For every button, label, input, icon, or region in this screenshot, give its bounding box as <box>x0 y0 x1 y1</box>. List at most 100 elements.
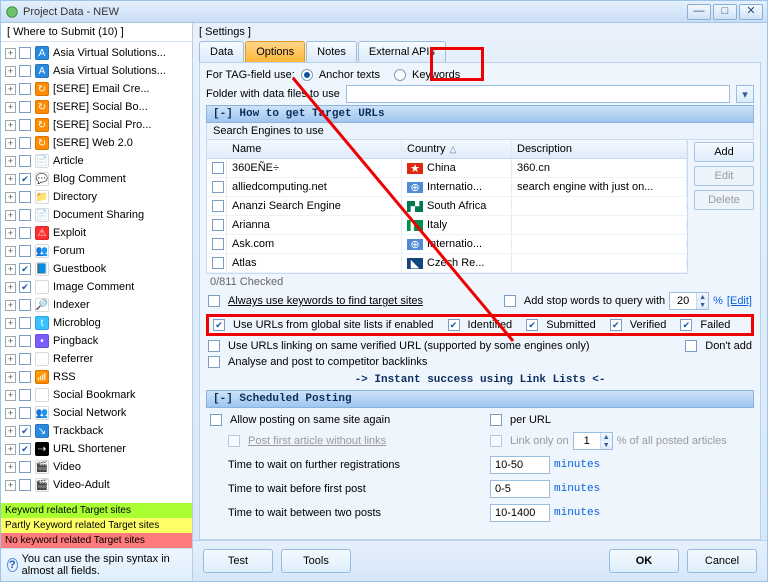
chk-failed[interactable] <box>680 319 692 331</box>
sidebar-item[interactable]: + 👥 Forum <box>3 242 192 260</box>
sidebar-checkbox[interactable] <box>19 65 31 77</box>
sidebar-item[interactable]: + ↘ Trackback <box>3 422 192 440</box>
link-lists-promo[interactable]: -> Instant success using Link Lists <- <box>206 374 754 386</box>
engine-row[interactable]: Arianna ▍Italy <box>207 216 687 235</box>
sidebar-checkbox[interactable] <box>19 371 31 383</box>
chk-always-keywords[interactable] <box>208 295 220 307</box>
sidebar-item[interactable]: + ⚠ Exploit <box>3 224 192 242</box>
chk-submitted[interactable] <box>526 319 538 331</box>
expand-icon[interactable]: + <box>5 462 16 473</box>
engine-row-checkbox[interactable] <box>212 238 224 250</box>
expand-icon[interactable]: + <box>5 318 16 329</box>
chk-post-first-no-links[interactable] <box>228 435 240 447</box>
folder-input[interactable] <box>346 85 730 103</box>
link-only-spinner[interactable]: 1▲▼ <box>573 432 613 450</box>
wait-first-post-input[interactable] <box>490 480 550 498</box>
sidebar-checkbox[interactable] <box>19 353 31 365</box>
expand-icon[interactable]: + <box>5 336 16 347</box>
expand-icon[interactable]: + <box>5 192 16 203</box>
sidebar-item[interactable]: + 📘 Guestbook <box>3 260 192 278</box>
sidebar-item[interactable]: + 🎬 Video <box>3 458 192 476</box>
expand-icon[interactable]: + <box>5 246 16 257</box>
tab-external-apis[interactable]: External APIs <box>358 41 446 62</box>
sidebar-item[interactable]: + ↻ [SERE] Email Cre... <box>3 80 192 98</box>
sidebar-checkbox[interactable] <box>19 263 31 275</box>
stop-words-spinner[interactable]: 20▲▼ <box>669 292 709 310</box>
chk-competitor-backlinks[interactable] <box>208 356 220 368</box>
engine-tree[interactable]: + A Asia Virtual Solutions...+ A Asia Vi… <box>1 42 192 503</box>
chk-per-url[interactable] <box>490 414 502 426</box>
expand-icon[interactable]: + <box>5 426 16 437</box>
folder-browse-button[interactable]: ▾ <box>736 85 754 103</box>
test-button[interactable]: Test <box>203 549 273 573</box>
sidebar-checkbox[interactable] <box>19 281 31 293</box>
expand-icon[interactable]: + <box>5 138 16 149</box>
expand-icon[interactable]: + <box>5 48 16 59</box>
sidebar-checkbox[interactable] <box>19 299 31 311</box>
radio-anchor-texts[interactable] <box>301 69 313 81</box>
close-button[interactable]: ✕ <box>739 4 763 20</box>
add-engine-button[interactable]: Add <box>694 142 754 162</box>
sidebar-checkbox[interactable] <box>19 137 31 149</box>
expand-icon[interactable]: + <box>5 102 16 113</box>
search-engines-grid[interactable]: Name Country△ Description 360EÑE÷ ★China… <box>206 140 688 274</box>
engine-row[interactable]: Ask.com ⊕Internatio... <box>207 235 687 254</box>
sidebar-item[interactable]: + ↻ [SERE] Social Pro... <box>3 116 192 134</box>
expand-icon[interactable]: + <box>5 354 16 365</box>
sidebar-item[interactable]: + 📄 Document Sharing <box>3 206 192 224</box>
chk-stop-words[interactable] <box>504 295 516 307</box>
expand-icon[interactable]: + <box>5 282 16 293</box>
engine-row-checkbox[interactable] <box>212 257 224 269</box>
col-name[interactable]: Name <box>227 140 402 158</box>
edit-engine-button[interactable]: Edit <box>694 166 754 186</box>
expand-icon[interactable]: + <box>5 390 16 401</box>
sidebar-checkbox[interactable] <box>19 191 31 203</box>
chk-global-sitelists[interactable] <box>213 319 225 331</box>
wait-registrations-input[interactable] <box>490 456 550 474</box>
expand-icon[interactable]: + <box>5 372 16 383</box>
sidebar-item[interactable]: + ↻ [SERE] Web 2.0 <box>3 134 192 152</box>
engine-row-checkbox[interactable] <box>212 181 224 193</box>
sidebar-item[interactable]: + 🔎 Indexer <box>3 296 192 314</box>
delete-engine-button[interactable]: Delete <box>694 190 754 210</box>
wait-between-posts-input[interactable] <box>490 504 550 522</box>
section-target-urls[interactable]: [-] How to get Target URLs <box>206 105 754 123</box>
sidebar-item[interactable]: + A Asia Virtual Solutions... <box>3 62 192 80</box>
sidebar-checkbox[interactable] <box>19 209 31 221</box>
engine-row-checkbox[interactable] <box>212 200 224 212</box>
sidebar-checkbox[interactable] <box>19 227 31 239</box>
sidebar-item[interactable]: + ⇢ URL Shortener <box>3 440 192 458</box>
expand-icon[interactable]: + <box>5 156 16 167</box>
sidebar-item[interactable]: + ★ Social Bookmark <box>3 386 192 404</box>
engine-row[interactable]: Ananzi Search Engine ▞South Africa <box>207 197 687 216</box>
engine-row[interactable]: Atlas ◣Czech Re... <box>207 254 687 273</box>
sidebar-item[interactable]: + 🖼 Image Comment <box>3 278 192 296</box>
sidebar-checkbox[interactable] <box>19 155 31 167</box>
sidebar-checkbox[interactable] <box>19 335 31 347</box>
chk-verified[interactable] <box>610 319 622 331</box>
expand-icon[interactable]: + <box>5 174 16 185</box>
expand-icon[interactable]: + <box>5 408 16 419</box>
sidebar-checkbox[interactable] <box>19 389 31 401</box>
sidebar-item[interactable]: + • Pingback <box>3 332 192 350</box>
tab-notes[interactable]: Notes <box>306 41 357 62</box>
col-description[interactable]: Description <box>512 140 687 158</box>
chk-identified[interactable] <box>448 319 460 331</box>
sidebar-checkbox[interactable] <box>19 317 31 329</box>
chk-allow-same-site[interactable] <box>210 414 222 426</box>
cancel-button[interactable]: Cancel <box>687 549 757 573</box>
sidebar-checkbox[interactable] <box>19 119 31 131</box>
sidebar-item[interactable]: + 👥 Social Network <box>3 404 192 422</box>
sidebar-checkbox[interactable] <box>19 47 31 59</box>
sidebar-checkbox[interactable] <box>19 443 31 455</box>
sidebar-item[interactable]: + 🎬 Video-Adult <box>3 476 192 494</box>
sidebar-checkbox[interactable] <box>19 407 31 419</box>
ok-button[interactable]: OK <box>609 549 679 573</box>
sidebar-item[interactable]: + 📁 Directory <box>3 188 192 206</box>
col-country[interactable]: Country△ <box>402 140 512 158</box>
radio-keywords[interactable] <box>394 69 406 81</box>
chk-same-verified[interactable] <box>208 340 220 352</box>
expand-icon[interactable]: + <box>5 264 16 275</box>
engine-row[interactable]: 360EÑE÷ ★China 360.cn <box>207 159 687 178</box>
sidebar-item[interactable]: + 📄 Article <box>3 152 192 170</box>
